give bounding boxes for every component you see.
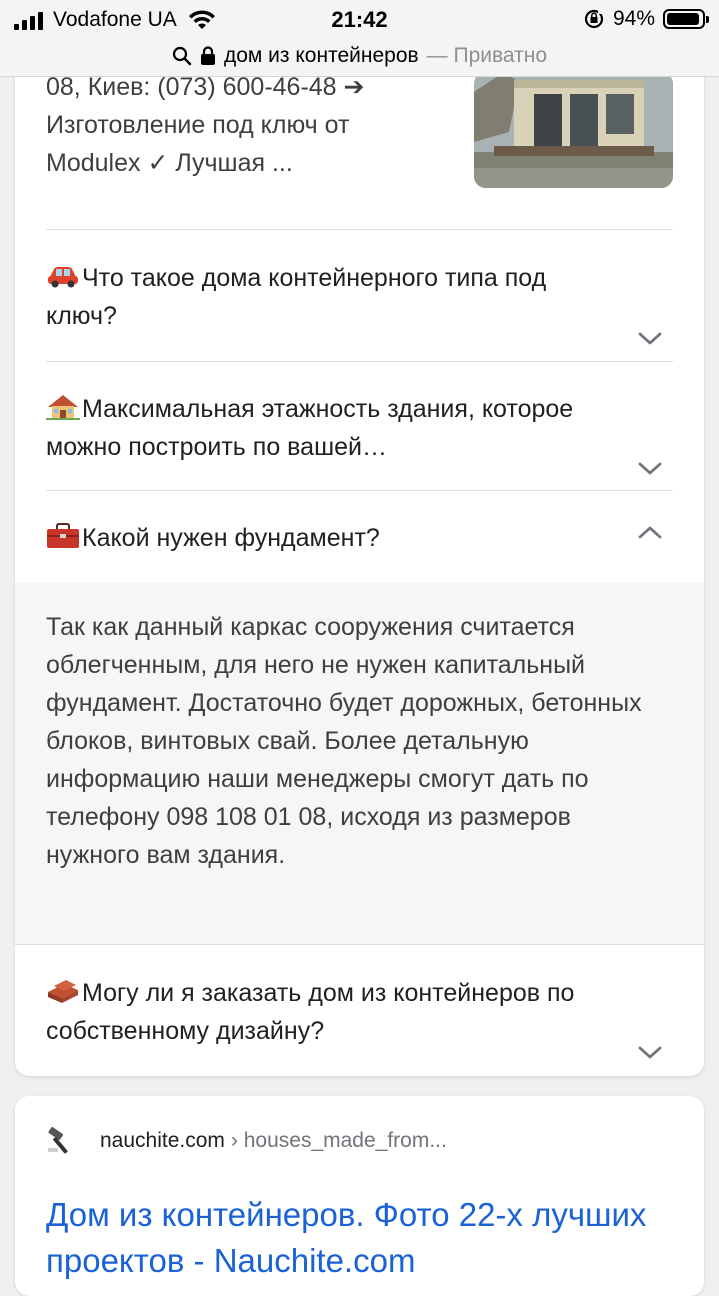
chevron-up-icon[interactable]: [637, 520, 663, 546]
faq-question-text: Какой нужен фундамент?: [82, 524, 380, 552]
toolbox-emoji-icon: [47, 523, 79, 548]
bricks-emoji-icon: [48, 980, 78, 1003]
faq-item[interactable]: Что такое дома контейнерного типа под кл…: [46, 229, 673, 345]
private-label: — Приватно: [426, 44, 548, 67]
result-snippet: 08, Киев: (073) 600-46-48 ➔ Изготовление…: [46, 68, 446, 182]
snippet-line: Изготовление под ключ от: [46, 111, 350, 139]
result-source[interactable]: nauchite.com › houses_made_from...: [46, 1126, 447, 1156]
result-domain: nauchite.com: [100, 1129, 225, 1152]
faq-answer-paragraph: информацию наши менеджеры смогут дать по…: [46, 765, 589, 869]
result-title-link[interactable]: Дом из контейнеров. Фото 22-х лучших про…: [46, 1192, 666, 1284]
search-result-card: nauchite.com › houses_made_from... Дом и…: [15, 1096, 704, 1296]
url-query: дом из контейнеров: [223, 44, 419, 67]
snippet-line: Modulex ✓ Лучшая ...: [46, 149, 293, 177]
lock-icon: [200, 46, 215, 65]
search-icon: [172, 46, 192, 66]
faq-question: Какой нужен фундамент?: [46, 519, 606, 557]
faq-question-text: Максимальная этажность здания, которое м…: [46, 395, 574, 461]
faq-item[interactable]: Максимальная этажность здания, которое м…: [46, 361, 673, 475]
battery-icon: [663, 9, 709, 29]
result-thumbnail[interactable]: [474, 72, 673, 188]
search-result-card: 08, Киев: (073) 600-46-48 ➔ Изготовление…: [15, 40, 704, 1076]
rotation-lock-icon: [584, 9, 604, 29]
faq-question: Что такое дома контейнерного типа под кл…: [46, 259, 606, 335]
faq-question-text: Что такое дома контейнерного типа под кл…: [46, 264, 547, 330]
hammer-icon: [48, 1126, 68, 1154]
faq-answer-paragraph: Так как данный каркас сооружения считает…: [46, 613, 642, 755]
chevron-down-icon[interactable]: [637, 325, 663, 351]
battery-percent: 94%: [612, 7, 655, 30]
faq-question: Максимальная этажность здания, которое м…: [46, 390, 606, 466]
faq-item[interactable]: Могу ли я заказать дом из контейнеров по…: [46, 944, 673, 1059]
status-bar: Vodafone UA 21:42 94%: [0, 0, 719, 40]
result-path: › houses_made_from...: [230, 1129, 447, 1152]
house-emoji-icon: [46, 395, 80, 420]
faq-question-text: Могу ли я заказать дом из контейнеров по…: [46, 979, 575, 1045]
faq-question: Могу ли я заказать дом из контейнеров по…: [46, 974, 606, 1050]
address-bar[interactable]: дом из контейнеров — Приватно: [0, 36, 719, 77]
car-emoji-icon: [48, 267, 78, 288]
chevron-down-icon[interactable]: [637, 1039, 663, 1065]
chevron-down-icon[interactable]: [637, 455, 663, 481]
faq-item[interactable]: Какой нужен фундамент?: [46, 490, 673, 557]
faq-answer: Так как данный каркас сооружения считает…: [46, 608, 666, 874]
